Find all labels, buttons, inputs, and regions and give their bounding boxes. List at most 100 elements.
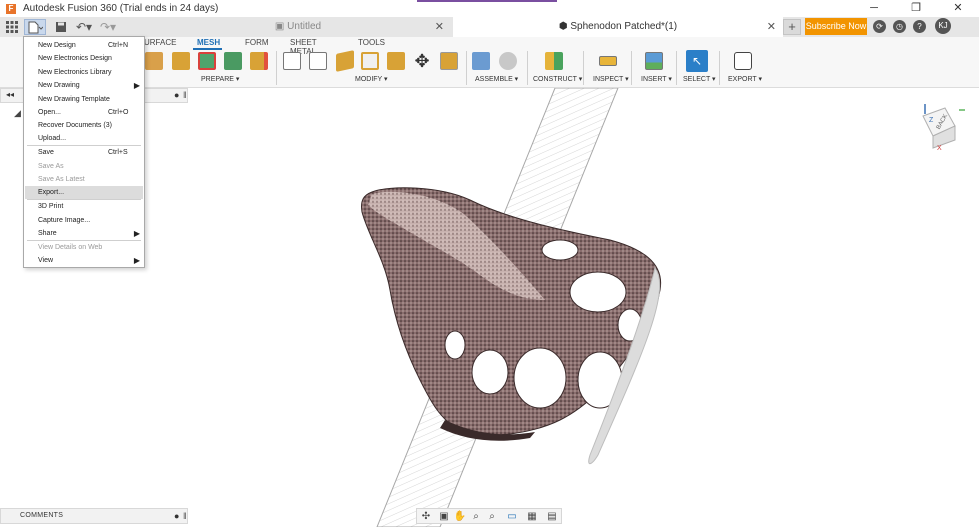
smooth-icon[interactable] <box>440 52 458 70</box>
data-panel-grid-icon[interactable] <box>3 19 21 35</box>
group-export[interactable]: EXPORT ▾ <box>728 75 762 83</box>
tab-sphenodon-close-icon[interactable]: ✕ <box>767 17 776 37</box>
user-avatar[interactable]: KJ <box>935 18 951 34</box>
new-tab-button[interactable]: + <box>783 19 801 35</box>
tab-form[interactable]: FORM <box>245 38 269 47</box>
group-separator <box>583 51 584 85</box>
group-separator <box>631 51 632 85</box>
group-separator <box>466 51 467 85</box>
file-menu-button[interactable] <box>24 19 46 35</box>
gear-icon[interactable]: ● <box>174 90 179 100</box>
grid-icon[interactable]: ▦ <box>525 510 539 523</box>
new-component-icon[interactable] <box>472 52 490 70</box>
pan-icon[interactable]: ✋ <box>453 510 467 523</box>
menu-item-upload[interactable]: Upload... <box>25 132 143 145</box>
menu-item-share[interactable]: Share ▶ <box>25 227 143 240</box>
subscribe-button[interactable]: Subscribe Now <box>805 18 867 35</box>
collapse-icon[interactable]: ◂◂ <box>6 90 14 99</box>
plane-cut-icon[interactable] <box>283 52 301 70</box>
menu-item-new-electronics-design[interactable]: New Electronics Design <box>25 52 143 65</box>
look-at-icon[interactable]: ▣ <box>437 510 451 523</box>
reduce-icon[interactable] <box>309 52 327 70</box>
comments-panel[interactable]: COMMENTS ● ‖ <box>0 508 188 524</box>
zoom-icon[interactable]: ⌕ <box>469 510 483 523</box>
save-icon[interactable] <box>52 19 70 35</box>
group-separator <box>719 51 720 85</box>
tessellate-icon[interactable] <box>172 52 190 70</box>
tab-surface[interactable]: URFACE <box>144 38 176 47</box>
group-construct[interactable]: CONSTRUCT ▾ <box>533 75 582 83</box>
group-assemble[interactable]: ASSEMBLE ▾ <box>475 75 518 83</box>
menu-item-open[interactable]: Open... Ctrl+O <box>25 106 143 119</box>
fusion-logo-icon: F <box>6 3 16 14</box>
job-status-icon[interactable]: ⟳ <box>873 20 886 33</box>
gear-icon[interactable]: ● <box>174 511 179 521</box>
menu-item-recover-documents[interactable]: Recover Documents (3) <box>25 119 143 132</box>
viewports-icon[interactable]: ▤ <box>545 510 559 523</box>
viewport-canvas[interactable] <box>0 88 979 527</box>
group-select[interactable]: SELECT ▾ <box>683 75 716 83</box>
maximize-button[interactable]: ❐ <box>895 0 937 17</box>
reverse-normal-icon[interactable] <box>387 52 405 70</box>
repair-icon[interactable] <box>198 52 216 70</box>
fit-icon[interactable]: ⌕ <box>485 510 499 523</box>
tab-sphenodon[interactable]: ⬢ Sphenodon Patched*(1) ✕ <box>453 17 783 37</box>
active-tab-underline <box>193 48 222 50</box>
tab-mesh[interactable]: MESH <box>197 38 220 47</box>
measure-icon[interactable] <box>599 56 617 66</box>
menu-item-new-drawing[interactable]: New Drawing ▶ <box>25 79 143 92</box>
viewcube-x-label: X <box>937 145 942 152</box>
menu-item-capture-image[interactable]: Capture Image... <box>25 214 143 227</box>
generate-face-groups-icon[interactable] <box>224 52 242 70</box>
menu-item-export[interactable]: Export... <box>25 186 143 199</box>
group-insert[interactable]: INSERT ▾ <box>641 75 672 83</box>
shell-icon[interactable] <box>336 50 354 72</box>
menu-item-new-electronics-library[interactable]: New Electronics Library <box>25 66 143 79</box>
submenu-arrow-icon: ▶ <box>133 229 140 238</box>
joint-icon[interactable] <box>499 52 517 70</box>
group-modify[interactable]: MODIFY ▾ <box>355 75 388 83</box>
redo-icon[interactable]: ↷▾ <box>97 19 119 35</box>
display-settings-icon[interactable]: ▭ <box>505 510 519 523</box>
orbit-icon[interactable]: ✣ <box>419 510 433 523</box>
tab-untitled[interactable]: ▣ Untitled ✕ <box>145 17 451 37</box>
tab-sphenodon-label: Sphenodon Patched*(1) <box>570 21 678 32</box>
fusion-window: F Autodesk Fusion 360 (Trial ends in 24 … <box>0 0 979 527</box>
window-title: Autodesk Fusion 360 (Trial ends in 24 da… <box>23 3 219 14</box>
undo-icon[interactable]: ↶▾ <box>73 19 95 35</box>
help-icon[interactable]: ? <box>913 20 926 33</box>
combine-icon[interactable] <box>250 52 268 70</box>
group-separator <box>276 51 277 85</box>
tab-tools[interactable]: TOOLS <box>358 38 385 47</box>
move-icon[interactable]: ✥ <box>413 52 431 70</box>
tree-expand-icon[interactable]: ◢ <box>14 108 21 119</box>
menu-item-view[interactable]: View ▶ <box>25 254 143 267</box>
notifications-icon[interactable]: ◷ <box>893 20 906 33</box>
menu-item-3d-print[interactable]: 3D Print <box>25 200 143 213</box>
menu-item-save-as[interactable]: Save As <box>25 160 143 173</box>
insert-image-icon[interactable] <box>645 52 663 70</box>
menu-item-save-as-latest[interactable]: Save As Latest <box>25 173 143 186</box>
minimize-button[interactable]: ─ <box>853 0 895 17</box>
select-icon[interactable]: ↖ <box>686 50 708 72</box>
menu-item-save[interactable]: Save Ctrl+S <box>25 146 143 159</box>
group-inspect[interactable]: INSPECT ▾ <box>593 75 629 83</box>
group-prepare[interactable]: PREPARE ▾ <box>201 75 239 83</box>
offset-plane-icon[interactable] <box>545 52 563 70</box>
doc-icon: ▣ <box>274 21 288 32</box>
pin-icon[interactable]: ‖ <box>183 90 187 100</box>
pin-icon[interactable]: ‖ <box>183 511 187 521</box>
menu-item-new-design[interactable]: New Design Ctrl+N <box>25 39 143 52</box>
viewcube-z-label: Z <box>929 117 934 124</box>
close-button[interactable]: ✕ <box>937 0 979 17</box>
view-cube[interactable]: Z BACK X <box>915 100 967 152</box>
menu-item-view-details-on-web[interactable]: View Details on Web <box>25 241 143 254</box>
group-separator <box>676 51 677 85</box>
menu-item-new-drawing-template[interactable]: New Drawing Template <box>25 93 143 106</box>
window-controls: ─ ❐ ✕ <box>853 0 979 17</box>
export-print-icon[interactable] <box>734 52 752 70</box>
mesh-insert-icon[interactable] <box>145 52 163 70</box>
title-accent-line <box>417 0 557 2</box>
remesh-icon[interactable] <box>361 52 379 70</box>
tab-untitled-close-icon[interactable]: ✕ <box>435 17 444 37</box>
